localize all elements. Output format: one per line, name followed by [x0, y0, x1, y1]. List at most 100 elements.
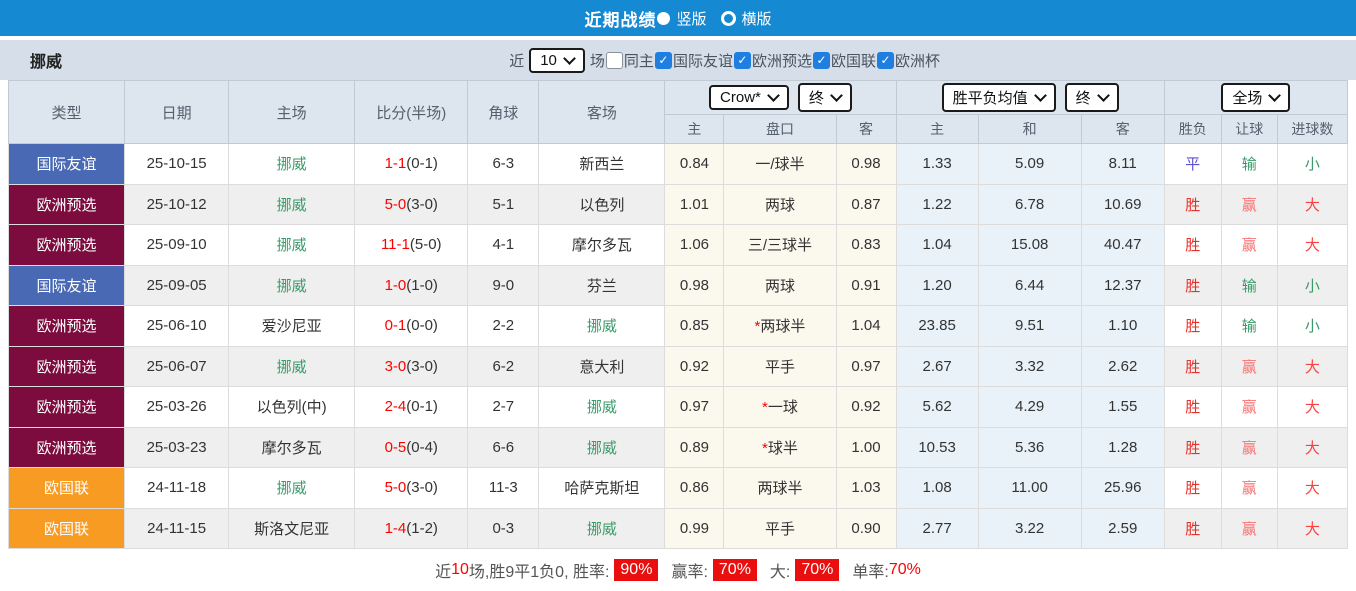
home-team: 摩尔多瓦	[229, 427, 355, 468]
odds-time-select-1[interactable]: 终	[798, 83, 852, 112]
crow-away-odds: 0.92	[836, 387, 896, 428]
table-row: 欧国联24-11-15斯洛文尼亚1-4(1-2)0-3挪威0.99平手0.902…	[9, 508, 1348, 549]
away-team: 挪威	[539, 306, 665, 347]
match-type-badge: 欧国联	[9, 468, 125, 509]
match-date: 25-03-26	[125, 387, 229, 428]
handicap: *两球半	[724, 306, 836, 347]
handicap-result-cell: 赢	[1221, 346, 1277, 387]
match-type-badge: 国际友谊	[9, 144, 125, 185]
sub-header-avg-away: 客	[1081, 115, 1164, 144]
crow-home-odds: 0.92	[665, 346, 724, 387]
avg-away-odds: 12.37	[1081, 265, 1164, 306]
col-header-corner: 角球	[468, 81, 539, 144]
comp-euroqual-label: 欧洲预选	[752, 50, 812, 71]
away-team: 挪威	[539, 508, 665, 549]
sub-header-result: 胜负	[1164, 115, 1221, 144]
crow-home-odds: 0.84	[665, 144, 724, 185]
match-date: 25-09-05	[125, 265, 229, 306]
top-title-bar: 近期战绩 竖版 横版	[0, 0, 1356, 36]
corner-score: 6-6	[468, 427, 539, 468]
result-cell: 胜	[1164, 184, 1221, 225]
result-cell: 胜	[1164, 427, 1221, 468]
table-row: 欧洲预选25-03-26以色列(中)2-4(0-1)2-7挪威0.97*一球0.…	[9, 387, 1348, 428]
table-row: 国际友谊25-10-15挪威1-1(0-1)6-3新西兰0.84一/球半0.98…	[9, 144, 1348, 185]
average-select[interactable]: 胜平负均值	[942, 83, 1056, 112]
table-row: 欧洲预选25-06-10爱沙尼亚0-1(0-0)2-2挪威0.85*两球半1.0…	[9, 306, 1348, 347]
corner-score: 5-1	[468, 184, 539, 225]
crow-away-odds: 0.98	[836, 144, 896, 185]
match-date: 25-10-12	[125, 184, 229, 225]
handicap: 两球	[724, 265, 836, 306]
handicap: 平手	[724, 508, 836, 549]
col-header-type: 类型	[9, 81, 125, 144]
avg-away-odds: 8.11	[1081, 144, 1164, 185]
vertical-layout-radio[interactable]	[657, 12, 670, 25]
avg-home-odds: 10.53	[896, 427, 978, 468]
result-cell: 胜	[1164, 468, 1221, 509]
away-team: 新西兰	[539, 144, 665, 185]
away-team: 挪威	[539, 387, 665, 428]
handicap-rate-label: 赢率:	[671, 558, 707, 582]
comp-friendly-checkbox[interactable]: ✓	[655, 52, 672, 69]
table-row: 欧洲预选25-10-12挪威5-0(3-0)5-1以色列1.01两球0.871.…	[9, 184, 1348, 225]
away-team: 意大利	[539, 346, 665, 387]
match-date: 25-03-23	[125, 427, 229, 468]
horizontal-layout-radio[interactable]	[721, 11, 736, 26]
match-type-badge: 欧洲预选	[9, 427, 125, 468]
match-type-badge: 欧洲预选	[9, 225, 125, 266]
match-score: 3-0(3-0)	[355, 346, 468, 387]
away-team: 哈萨克斯坦	[539, 468, 665, 509]
handicap-rate-badge: 70%	[713, 559, 757, 581]
avg-draw-odds: 3.32	[978, 346, 1081, 387]
odds-time-select-2[interactable]: 终	[1065, 83, 1119, 112]
match-type-badge: 欧洲预选	[9, 346, 125, 387]
avg-away-odds: 40.47	[1081, 225, 1164, 266]
col-header-away: 客场	[539, 81, 665, 144]
comp-euroqual-checkbox[interactable]: ✓	[734, 52, 751, 69]
table-row: 欧洲预选25-09-10挪威11-1(5-0)4-1摩尔多瓦1.06三/三球半0…	[9, 225, 1348, 266]
crow-home-odds: 0.86	[665, 468, 724, 509]
corner-score: 11-3	[468, 468, 539, 509]
handicap-result-cell: 赢	[1221, 184, 1277, 225]
col-header-date: 日期	[125, 81, 229, 144]
comp-eurocup-label: 欧洲杯	[895, 50, 940, 71]
bookmaker-select-value: Crow*	[720, 89, 761, 106]
match-score: 5-0(3-0)	[355, 184, 468, 225]
avg-home-odds: 1.20	[896, 265, 978, 306]
table-row: 欧洲预选25-03-23摩尔多瓦0-5(0-4)6-6挪威0.89*球半1.00…	[9, 427, 1348, 468]
chevron-down-icon	[1269, 89, 1282, 102]
handicap-result-cell: 赢	[1221, 508, 1277, 549]
home-team: 斯洛文尼亚	[229, 508, 355, 549]
avg-draw-odds: 5.09	[978, 144, 1081, 185]
goals-result-cell: 大	[1277, 184, 1347, 225]
sub-header-handicap-result: 让球	[1221, 115, 1277, 144]
comp-eurocup-checkbox[interactable]: ✓	[877, 52, 894, 69]
sub-header-crow-away: 客	[836, 115, 896, 144]
period-select[interactable]: 全场	[1221, 83, 1290, 112]
handicap: *一球	[724, 387, 836, 428]
match-type-badge: 欧洲预选	[9, 387, 125, 428]
crow-home-odds: 0.97	[665, 387, 724, 428]
avg-home-odds: 1.08	[896, 468, 978, 509]
odds-time-select-1-value: 终	[809, 87, 824, 108]
recent-count-select[interactable]: 10	[529, 48, 585, 73]
page-title: 近期战绩	[584, 6, 656, 31]
goals-result-cell: 小	[1277, 265, 1347, 306]
avg-home-odds: 2.77	[896, 508, 978, 549]
handicap-result-cell: 输	[1221, 306, 1277, 347]
corner-score: 0-3	[468, 508, 539, 549]
comp-nations-checkbox[interactable]: ✓	[813, 52, 830, 69]
handicap-result-cell: 输	[1221, 265, 1277, 306]
bookmaker-select[interactable]: Crow*	[709, 85, 789, 110]
horizontal-layout-label[interactable]: 横版	[742, 8, 772, 29]
handicap-result-cell: 赢	[1221, 225, 1277, 266]
avg-away-odds: 2.59	[1081, 508, 1164, 549]
handicap: 一/球半	[724, 144, 836, 185]
odds-time-select-2-value: 终	[1076, 87, 1091, 108]
result-cell: 胜	[1164, 346, 1221, 387]
corner-score: 6-3	[468, 144, 539, 185]
same-home-checkbox[interactable]	[606, 52, 623, 69]
vertical-layout-label[interactable]: 竖版	[676, 8, 706, 29]
bookmaker-group-header: Crow* 终	[665, 81, 896, 115]
match-type-badge: 欧洲预选	[9, 184, 125, 225]
